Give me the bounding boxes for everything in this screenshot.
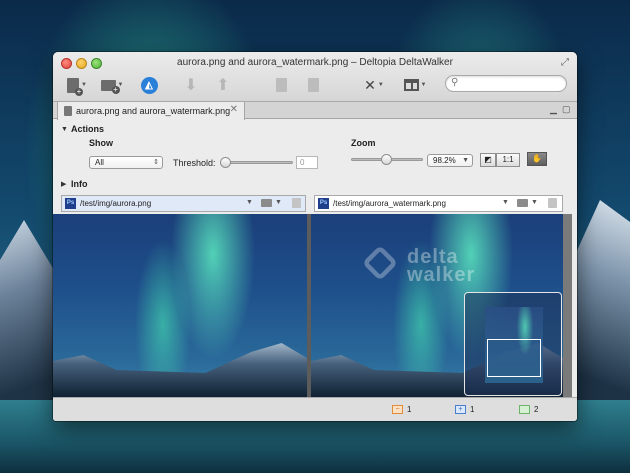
threshold-field[interactable]: 0 [296,156,318,169]
fullscreen-icon[interactable]: ⤢ [561,57,569,68]
navigator-viewport[interactable] [487,339,541,377]
save-icon[interactable] [292,198,301,208]
show-label: Show [89,138,113,148]
new-document-icon [67,77,84,96]
search-field[interactable]: ⚲ [445,75,567,92]
show-select-value: All [95,158,104,167]
document-icon [64,106,72,116]
zoom-slider-knob[interactable] [381,154,392,165]
photoshop-file-icon: Ps [318,198,329,209]
zoom-label: Zoom [351,138,376,148]
previous-difference-button[interactable]: ⬆ [213,74,233,96]
tools-icon: ✕ [364,76,376,93]
search-icon: ⚲ [451,77,459,88]
updown-icon: ⇕ [153,159,159,166]
copy-right-button[interactable] [305,74,321,96]
left-path-bar[interactable]: Ps /test/img/aurora.png ▼ ▼ [61,195,306,212]
chevron-down-icon: ▼ [462,157,469,164]
tools-button[interactable]: ✕ ▼ [361,74,387,96]
zoom-fit-icon: ◩ [484,155,492,164]
copy-right-icon [307,78,319,92]
deltawalker-icon: ◭ [140,76,158,94]
new-document-button[interactable]: ▼ [65,74,89,96]
info-header[interactable]: Info [71,179,88,189]
aurora-image-left [53,343,307,397]
chevron-down-icon[interactable]: ▼ [246,199,253,206]
status-bar: − 1 + 1 2 [53,397,577,421]
changed-count: 1 [407,405,412,414]
arrow-down-icon: ⬇ [184,77,198,94]
right-path-bar[interactable]: Ps /test/img/aurora_watermark.png ▼ ▼ [314,195,563,212]
new-folder-icon [100,79,120,94]
added-count: 1 [470,405,475,414]
tab-comparison[interactable]: aurora.png and aurora_watermark.png ✕ [57,102,245,120]
matched-legend-icon [519,405,530,414]
tab-bar: aurora.png and aurora_watermark.png ✕ ▁ … [53,102,577,120]
zoom-actual-size-button[interactable]: 1:1 [496,153,520,167]
folder-icon[interactable] [517,199,528,207]
save-icon[interactable] [548,198,557,208]
tab-label: aurora.png and aurora_watermark.png [76,106,231,116]
actions-disclosure-icon[interactable]: ▼ [61,126,68,133]
desktop-mountain-left [0,220,60,420]
app-window: aurora.png and aurora_watermark.png – De… [53,52,577,421]
left-image-pane[interactable] [53,214,307,397]
copy-left-button[interactable] [273,74,289,96]
layout-button[interactable]: ▼ [401,74,429,96]
left-path-text: /test/img/aurora.png [80,199,152,208]
vertical-scrollbar[interactable] [563,214,572,397]
info-disclosure-icon[interactable]: ▶ [61,180,66,188]
image-navigator[interactable] [464,292,562,396]
show-select[interactable]: All ⇕ [89,156,163,169]
deltawalker-watermark: delta walker [361,242,503,292]
added-legend-icon: + [455,405,466,414]
search-input[interactable] [464,78,562,90]
actions-header[interactable]: Actions [71,124,104,134]
threshold-label: Threshold: [173,158,216,168]
zoom-select-value: 98.2% [433,156,456,165]
layout-icon [403,79,419,91]
next-difference-button[interactable]: ⬇ [181,74,201,96]
matched-count: 2 [534,405,539,414]
chevron-down-icon: ▼ [420,82,427,88]
watermark-logo-icon [361,244,399,282]
copy-left-icon [275,78,287,92]
deltawalker-button[interactable]: ◭ [139,74,159,96]
photoshop-file-icon: Ps [65,198,76,209]
close-tab-icon[interactable]: ✕ [230,104,238,115]
window-title: aurora.png and aurora_watermark.png – De… [177,57,453,68]
desktop-mountain-right [570,200,630,420]
zoom-fit-button[interactable]: ◩ [480,153,496,167]
chevron-down-icon[interactable]: ▼ [275,199,282,206]
hand-icon: ✋ [532,154,542,163]
arrow-up-icon: ⬆ [216,77,230,94]
changed-legend-icon: − [392,405,403,414]
chevron-down-icon[interactable]: ▼ [502,199,509,206]
maximize-view-icon[interactable]: ▢ [562,104,571,115]
new-folder-button[interactable]: ▼ [99,74,125,96]
chevron-down-icon[interactable]: ▼ [531,199,538,206]
chevron-down-icon: ▼ [377,82,384,88]
threshold-slider[interactable] [223,161,293,164]
zoom-select[interactable]: 98.2% ▼ [427,154,473,167]
threshold-slider-knob[interactable] [220,157,231,168]
folder-icon[interactable] [261,199,272,207]
right-path-text: /test/img/aurora_watermark.png [333,199,446,208]
title-bar: aurora.png and aurora_watermark.png – De… [53,52,577,102]
pan-tool-button[interactable]: ✋ [527,152,547,166]
chevron-down-icon: ▼ [81,82,87,88]
minimize-view-icon[interactable]: ▁ [550,104,557,115]
watermark-text: delta walker [407,246,476,286]
